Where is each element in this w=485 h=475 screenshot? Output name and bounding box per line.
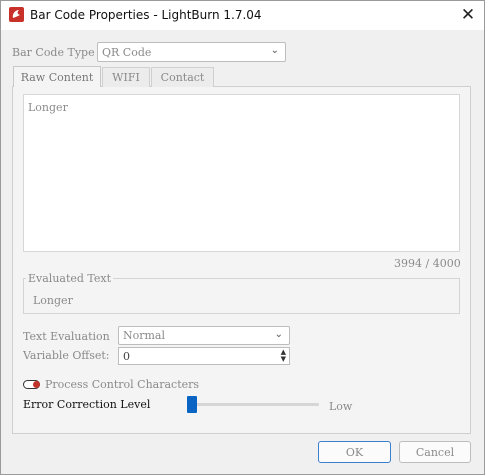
tab-wifi[interactable]: WIFI — [102, 67, 150, 87]
close-icon: ✕ — [460, 5, 476, 25]
spin-down-icon[interactable]: ▼ — [281, 356, 286, 363]
lightburn-logo-icon — [9, 7, 24, 22]
barcode-type-label: Bar Code Type — [12, 46, 95, 59]
tab-contact[interactable]: Contact — [151, 67, 214, 87]
variable-offset-label: Variable Offset: — [23, 349, 110, 362]
cancel-button[interactable]: Cancel — [399, 441, 471, 463]
process-control-label: Process Control Characters — [45, 378, 200, 391]
evaluated-text-label: Evaluated Text — [26, 272, 114, 285]
chevron-down-icon: ⌄ — [270, 45, 279, 56]
error-correction-slider-thumb[interactable] — [187, 396, 197, 413]
chevron-down-icon: ⌄ — [274, 329, 283, 340]
toggle-knob — [33, 381, 40, 388]
barcode-type-select[interactable]: QR Code ⌄ — [97, 42, 286, 62]
evaluated-text-value: Longer — [33, 294, 73, 307]
variable-offset-spinbox[interactable]: 0 ▲ ▼ — [118, 347, 290, 365]
text-evaluation-label: Text Evaluation — [23, 330, 110, 343]
error-correction-slider-track[interactable] — [187, 403, 319, 406]
barcode-type-value: QR Code — [102, 45, 152, 59]
character-counter: 3994 / 4000 — [394, 257, 461, 270]
ok-button[interactable]: OK — [318, 441, 391, 463]
window-title: Bar Code Properties - LightBurn 1.7.04 — [30, 8, 262, 22]
variable-offset-value: 0 — [123, 349, 130, 363]
tab-raw-content[interactable]: Raw Content — [13, 66, 101, 87]
text-evaluation-value: Normal — [123, 329, 166, 342]
text-evaluation-select[interactable]: Normal ⌄ — [118, 326, 290, 345]
raw-content-textarea[interactable]: Longer — [23, 94, 460, 252]
close-button[interactable]: ✕ — [455, 3, 481, 27]
error-correction-value: Low — [329, 400, 353, 413]
error-correction-label: Error Correction Level — [23, 398, 151, 411]
